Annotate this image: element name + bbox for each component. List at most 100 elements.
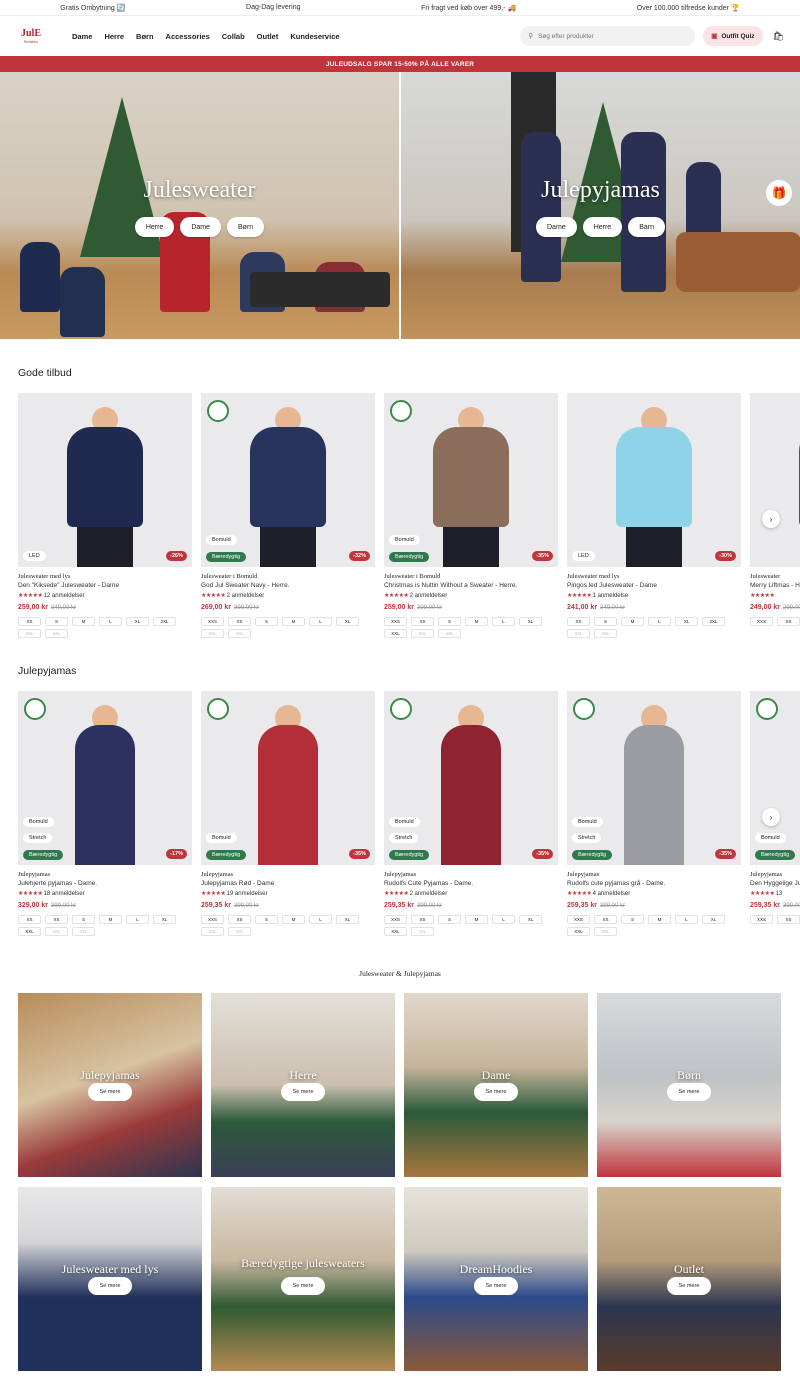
promo-banner[interactable]: JULEUDSALG SPAR 15-50% PÅ ALLE VARER <box>0 56 800 72</box>
product-card[interactable]: Stretch Bomuld Bæredygtig -17% Julepyjamas Ju… <box>18 691 192 941</box>
category-tile[interactable]: Julepyjamas Se mere <box>18 993 202 1177</box>
hero-button-herre[interactable]: Herre <box>134 217 175 237</box>
size-option[interactable]: XL <box>336 915 359 924</box>
size-option[interactable]: 4XL <box>72 927 95 936</box>
nav-item-outlet[interactable]: Outlet <box>257 32 279 41</box>
size-option[interactable]: XS <box>228 617 251 626</box>
size-option[interactable]: XXS <box>567 915 590 924</box>
cart-icon[interactable]: 🛍 <box>773 31 784 42</box>
size-option[interactable]: XXL <box>18 927 41 936</box>
size-option[interactable]: XXS <box>384 617 407 626</box>
size-option[interactable]: XL <box>519 617 542 626</box>
size-option[interactable]: XXL <box>384 629 407 638</box>
product-name[interactable]: Julehjerte pyjamas - Dame. <box>18 880 192 887</box>
product-name[interactable]: God Jul Sweater Navy - Herre. <box>201 582 375 589</box>
product-name[interactable]: Den Hyggelige Julepyjamas <box>750 880 800 887</box>
size-option[interactable]: S <box>72 915 95 924</box>
size-option[interactable]: S <box>594 617 617 626</box>
product-image[interactable]: Bomuld Bæredygtig -35% <box>201 691 375 865</box>
product-card[interactable]: Stretch Bomuld Bæredygtig -35% Julepyjamas Ru… <box>567 691 741 941</box>
size-option[interactable]: XS <box>18 617 41 626</box>
size-option[interactable]: 3XL <box>411 629 434 638</box>
product-card[interactable]: LED -30% Julesweater med lys Pingos led Jul… <box>567 393 741 643</box>
see-more-button[interactable]: Se mere <box>474 1083 518 1101</box>
size-option[interactable]: L <box>309 915 332 924</box>
product-card[interactable]: Bomuld Bæredygtig -32% Julesweater i Bomuld… <box>201 393 375 643</box>
size-option[interactable]: L <box>99 617 122 626</box>
hero-button-dame[interactable]: Dame <box>180 217 222 237</box>
nav-item-accessories[interactable]: Accessories <box>166 32 210 41</box>
product-name[interactable]: Christmas is Nuttin Without a Sweater - … <box>384 582 558 589</box>
size-option[interactable]: XXL <box>384 927 407 936</box>
size-option[interactable]: XL <box>126 617 149 626</box>
size-option[interactable]: 4XL <box>228 927 251 936</box>
size-option[interactable]: M <box>648 915 671 924</box>
size-option[interactable]: L <box>126 915 149 924</box>
nav-item-kundeservice[interactable]: Kundeservice <box>290 32 339 41</box>
size-option[interactable]: XS <box>228 915 251 924</box>
size-option[interactable]: XXL <box>567 927 590 936</box>
size-option[interactable]: M <box>621 617 644 626</box>
product-card[interactable]: Bomuld Bæredygtig -35% Julepyjamas Julepyjam… <box>201 691 375 941</box>
category-tile[interactable]: Julesweater med lys Se mere <box>18 1187 202 1371</box>
product-image[interactable]: Stretch Bomuld Bæredygtig -35% <box>384 691 558 865</box>
product-name[interactable]: Merry Liftmas - Herre <box>750 582 800 589</box>
size-option[interactable]: XL <box>153 915 176 924</box>
carousel-next-icon[interactable]: › <box>762 808 780 826</box>
size-option[interactable]: XXS <box>750 617 773 626</box>
size-option[interactable]: L <box>492 915 515 924</box>
size-option[interactable]: 3XL <box>18 629 41 638</box>
size-option[interactable]: M <box>282 617 305 626</box>
nav-item-born[interactable]: Børn <box>136 32 154 41</box>
see-more-button[interactable]: Se mere <box>88 1277 132 1295</box>
size-option[interactable]: S <box>438 617 461 626</box>
size-option[interactable]: 2XL <box>153 617 176 626</box>
size-option[interactable]: 3XL <box>594 927 617 936</box>
size-option[interactable]: L <box>675 915 698 924</box>
nav-item-herre[interactable]: Herre <box>104 32 124 41</box>
size-option[interactable]: XXS <box>750 915 773 924</box>
size-option[interactable]: S <box>255 617 278 626</box>
product-image[interactable]: Bomuld Bæredygtig <box>750 691 800 865</box>
product-image[interactable]: Stretch Bomuld Bæredygtig -17% <box>18 691 192 865</box>
size-option[interactable]: XS <box>777 915 800 924</box>
product-image[interactable]: Stretch Bomuld Bæredygtig -35% <box>567 691 741 865</box>
category-tile[interactable]: Bæredygtige julesweaters Se mere <box>211 1187 395 1371</box>
outfit-quiz-button[interactable]: ▣ Outfit Quiz <box>703 26 763 46</box>
size-option[interactable]: XS <box>45 915 68 924</box>
size-option[interactable]: S <box>45 617 68 626</box>
size-option[interactable]: XS <box>18 915 41 924</box>
size-option[interactable]: XS <box>777 617 800 626</box>
size-option[interactable]: XS <box>594 915 617 924</box>
product-card[interactable]: LED -26% Julesweater med lys Den "Kiksede" … <box>18 393 192 643</box>
gift-icon[interactable]: 🎁 <box>766 180 792 206</box>
see-more-button[interactable]: Se mere <box>281 1277 325 1295</box>
size-option[interactable]: XL <box>519 915 542 924</box>
size-option[interactable]: 4XL <box>228 629 251 638</box>
product-card[interactable]: Stretch Bomuld Bæredygtig -35% Julepyjamas Ru… <box>384 691 558 941</box>
size-option[interactable]: L <box>492 617 515 626</box>
size-option[interactable]: L <box>309 617 332 626</box>
hero-button-born[interactable]: Børn <box>227 217 265 237</box>
size-option[interactable]: 4XL <box>411 927 434 936</box>
see-more-button[interactable]: Se mere <box>667 1277 711 1295</box>
product-name[interactable]: Den "Kiksede" Julesweater - Dame <box>18 582 192 589</box>
product-card[interactable]: Bomuld Bæredygtig -35% Julesweater i Bomuld… <box>384 393 558 643</box>
size-option[interactable]: 4XL <box>45 629 68 638</box>
nav-item-dame[interactable]: Dame <box>72 32 92 41</box>
category-tile[interactable]: Herre Se mere <box>211 993 395 1177</box>
product-image[interactable]: LED -30% <box>567 393 741 567</box>
product-name[interactable]: Julepyjamas Rød - Dame <box>201 880 375 887</box>
size-option[interactable]: M <box>72 617 95 626</box>
see-more-button[interactable]: Se mere <box>474 1277 518 1295</box>
size-option[interactable]: XL <box>702 915 725 924</box>
size-option[interactable]: S <box>255 915 278 924</box>
size-option[interactable]: XXS <box>384 915 407 924</box>
size-option[interactable]: XS <box>411 617 434 626</box>
product-image[interactable] <box>750 393 800 567</box>
hero-panel-sweaters[interactable]: Julesweater Herre Dame Børn <box>0 72 399 339</box>
size-option[interactable]: XS <box>411 915 434 924</box>
size-option[interactable]: 3XL <box>201 629 224 638</box>
size-option[interactable]: 2XL <box>702 617 725 626</box>
size-option[interactable]: 4XL <box>438 629 461 638</box>
